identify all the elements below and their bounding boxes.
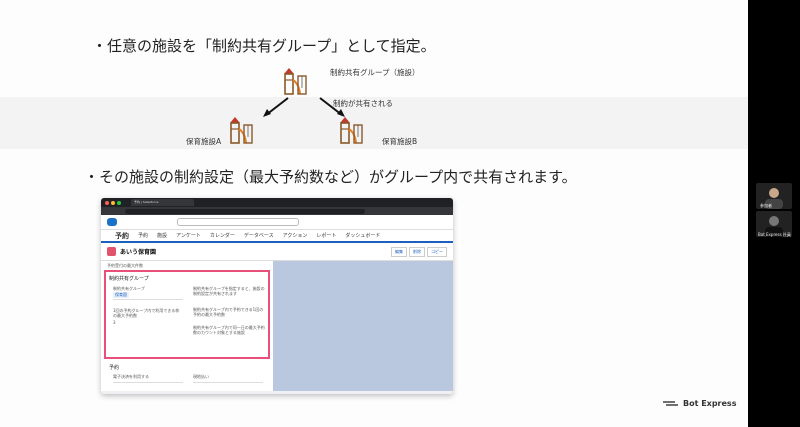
bottom-underline-2 bbox=[193, 382, 263, 383]
facility-a-label: 保育施設A bbox=[186, 137, 222, 146]
url-field[interactable] bbox=[125, 208, 365, 214]
participant-name-1: 参加者 bbox=[760, 203, 772, 208]
brand-logo: Bot Express bbox=[663, 399, 736, 408]
record-header: あいう保育園 編集 削除 コピー bbox=[101, 243, 453, 261]
nav-item-3[interactable]: カレンダー bbox=[210, 232, 235, 239]
salesforce-screenshot: 予約 | Salesforce 予約 予約 施設 アンケート カレンダー データ… bbox=[101, 198, 453, 394]
section-title[interactable]: 制約共有グループ bbox=[109, 275, 149, 282]
record-type-icon bbox=[107, 247, 116, 256]
top-field-label: 予約受付の最大件数 bbox=[107, 263, 143, 268]
bullet-1: ・任意の施設を「制約共有グループ」として指定。 bbox=[92, 37, 436, 55]
browser-url-bar bbox=[101, 207, 453, 215]
arrow-left-icon bbox=[263, 97, 289, 117]
field2-value: 3 bbox=[113, 320, 116, 325]
delete-button[interactable]: 削除 bbox=[409, 246, 425, 257]
nav-item-7[interactable]: ダッシュボード bbox=[345, 232, 380, 239]
nav-item-5[interactable]: アクション bbox=[283, 232, 308, 239]
minimize-dot-icon bbox=[111, 200, 115, 205]
edit-button[interactable]: 編集 bbox=[391, 246, 407, 257]
field1-underline bbox=[113, 299, 183, 300]
share-label: 制約が共有される bbox=[333, 99, 393, 108]
participant-name-2: Bot Express 社員 bbox=[758, 232, 791, 237]
browser-tab-bar: 予約 | Salesforce bbox=[101, 198, 453, 207]
detail-panel: 予約受付の最大件数 制約共有グループ 制約共有グループ 保育園 1回の予約グルー… bbox=[101, 261, 273, 391]
app-navigation: 予約 予約 施設 アンケート カレンダー データベース アクション レポート ダ… bbox=[101, 230, 453, 243]
field2-label: 1回の予約グループ内で利用できる枠の最大予約数 bbox=[113, 308, 180, 318]
help-text-1: 制約共有グループを指定すると、施設の制約設定が共有されます bbox=[193, 286, 265, 296]
nav-item-0[interactable]: 予約 bbox=[138, 232, 148, 239]
brand-name: Bot Express bbox=[683, 399, 737, 408]
copy-button[interactable]: コピー bbox=[427, 246, 447, 257]
record-title: あいう保育園 bbox=[120, 249, 157, 256]
bottom-underline-1 bbox=[113, 382, 183, 383]
global-search-input[interactable] bbox=[177, 218, 299, 226]
maximize-dot-icon bbox=[117, 200, 121, 205]
help-text-3: 制約共有グループ内で同一日の最大予約数のカウント対象とする施設 bbox=[193, 325, 265, 335]
nav-item-2[interactable]: アンケート bbox=[176, 232, 201, 239]
salesforce-logo-icon bbox=[107, 218, 117, 226]
group-label: 制約共有グループ（施設） bbox=[330, 68, 420, 77]
help-text-2: 制約共有グループ内で予約できる1回の予約の最大予約数 bbox=[193, 307, 264, 317]
playground-icon-group bbox=[284, 68, 307, 95]
record-actions: 編集 削除 コピー bbox=[389, 246, 447, 257]
close-dot-icon bbox=[105, 200, 109, 205]
playground-icon-b bbox=[340, 117, 363, 144]
bottom-field-2: 現地払い bbox=[193, 374, 209, 379]
bot-express-logo-icon bbox=[663, 400, 678, 406]
facility-b-label: 保育施設B bbox=[382, 137, 418, 146]
nav-item-4[interactable]: データベース bbox=[244, 232, 274, 239]
slide: ・任意の施設を「制約共有グループ」として指定。 制約共有グループ（施設） 制約が… bbox=[0, 0, 748, 427]
bottom-field-1: 電子決済を利用する bbox=[113, 374, 149, 379]
nav-item-6[interactable]: レポート bbox=[316, 232, 336, 239]
field1-value-link[interactable]: 保育園 bbox=[113, 292, 129, 298]
bullet-2: ・その施設の制約設定（最大予約数など）がグループ内で共有されます。 bbox=[84, 168, 577, 186]
playground-icon-a bbox=[230, 117, 253, 144]
browser-tab[interactable]: 予約 | Salesforce bbox=[131, 199, 194, 206]
side-panel bbox=[273, 261, 453, 391]
record-body: 予約受付の最大件数 制約共有グループ 制約共有グループ 保育園 1回の予約グルー… bbox=[101, 261, 453, 391]
salesforce-header bbox=[101, 215, 453, 230]
section2-title[interactable]: 予約 bbox=[109, 364, 119, 371]
nav-item-1[interactable]: 施設 bbox=[157, 232, 167, 239]
app-launcher-name[interactable]: 予約 bbox=[115, 231, 129, 241]
